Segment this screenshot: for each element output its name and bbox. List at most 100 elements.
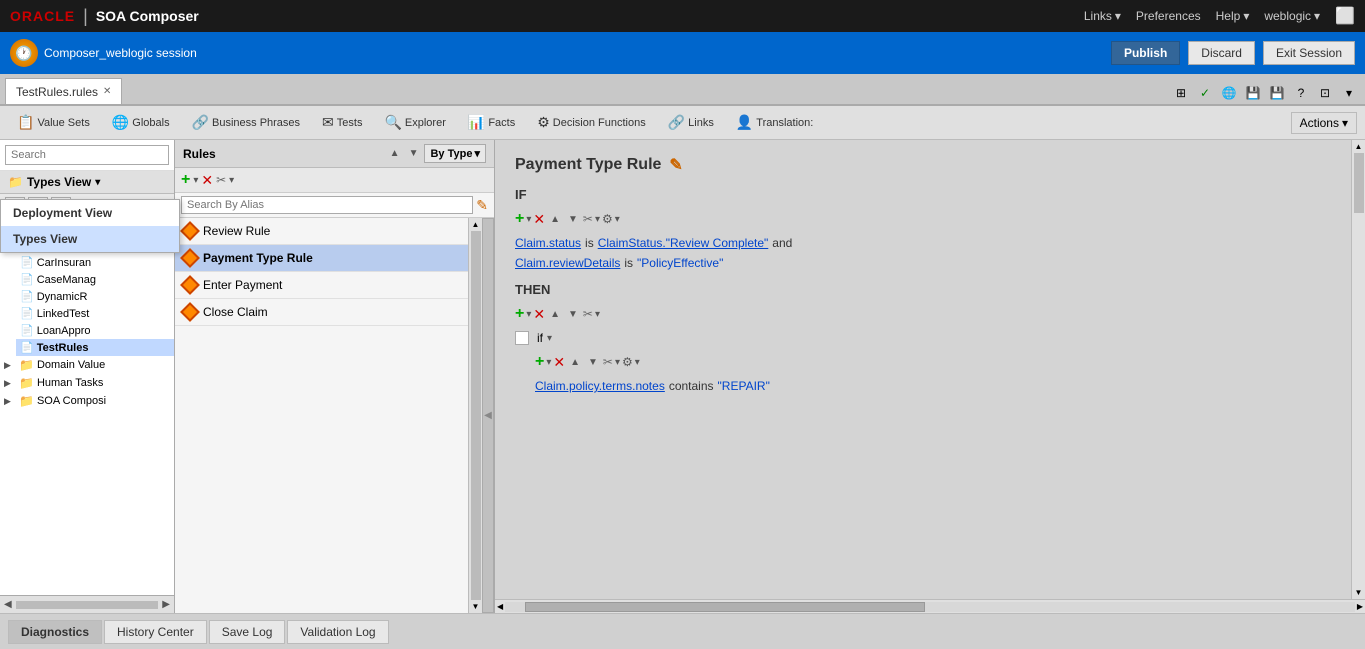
business-phrases-btn[interactable]: 🔗 Business Phrases [183, 110, 309, 135]
actions-button[interactable]: Actions ▾ [1291, 112, 1357, 134]
right-scroll-thumb[interactable] [1354, 153, 1364, 213]
sort-up-arrow[interactable]: ▲ [387, 147, 403, 160]
right-scroll-up[interactable]: ▲ [1355, 142, 1363, 151]
panel-resize-handle[interactable]: ◀ [482, 218, 494, 613]
tab-validation-log[interactable]: Validation Log [287, 620, 388, 644]
if-scissors-btn[interactable]: ✂ [583, 212, 593, 226]
links-menu[interactable]: Links ▾ [1084, 9, 1121, 23]
tab-save-log[interactable]: Save Log [209, 620, 286, 644]
check-icon[interactable]: ✓ [1194, 82, 1216, 104]
cond2-field[interactable]: Claim.reviewDetails [515, 256, 620, 270]
more-icon[interactable]: ▾ [1338, 82, 1360, 104]
sort-down-arrow[interactable]: ▼ [406, 147, 422, 160]
tests-btn[interactable]: ✉ Tests [313, 110, 371, 135]
tree-linkedtest[interactable]: 📄 LinkedTest [16, 305, 174, 322]
cond2-value[interactable]: "PolicyEffective" [637, 256, 723, 270]
then-delete-btn[interactable]: ✕ [533, 306, 545, 323]
help-menu[interactable]: Help ▾ [1216, 9, 1250, 23]
links-btn[interactable]: 🔗 Links [659, 110, 723, 135]
publish-button[interactable]: Publish [1111, 41, 1180, 65]
inner-gear-btn[interactable]: ⚙ [622, 355, 633, 369]
globe-icon[interactable]: 🌐 [1218, 82, 1240, 104]
add-rule-dropdown[interactable]: ▾ [193, 175, 198, 186]
help-icon[interactable]: ? [1290, 82, 1312, 104]
tree-loanappro[interactable]: 📄 LoanAppro [16, 322, 174, 339]
then-value[interactable]: "REPAIR" [718, 379, 770, 393]
tree-carinsurance[interactable]: 📄 CarInsuran [16, 254, 174, 271]
then-scissors-dropdown[interactable]: ▾ [595, 309, 600, 320]
delete-rule-btn[interactable]: ✕ [201, 172, 213, 189]
value-sets-btn[interactable]: 📋 Value Sets [8, 110, 99, 135]
then-add-btn[interactable]: + [515, 305, 524, 323]
inner-delete-btn[interactable]: ✕ [553, 354, 565, 371]
grid-icon[interactable]: ⊞ [1170, 82, 1192, 104]
dropdown-deployment-view[interactable]: Deployment View [1, 200, 179, 226]
rule-review-rule[interactable]: Review Rule [175, 218, 468, 245]
save2-icon[interactable]: 💾 [1266, 82, 1288, 104]
inner-up-btn[interactable]: ▲ [567, 356, 583, 369]
by-type-button[interactable]: By Type ▾ [424, 144, 486, 163]
right-scroll-down[interactable]: ▼ [1355, 588, 1363, 597]
inner-scissors-dropdown[interactable]: ▾ [615, 357, 620, 368]
sidebar-scroll-left[interactable]: ◀ [4, 599, 12, 610]
explorer-btn[interactable]: 🔍 Explorer [375, 110, 454, 135]
user-menu[interactable]: weblogic ▾ [1264, 9, 1320, 23]
then-field[interactable]: Claim.policy.terms.notes [535, 379, 665, 393]
tab-close-icon[interactable]: ✕ [103, 86, 111, 97]
scissors-btn[interactable]: ✂ [216, 173, 226, 187]
tree-dynamicr[interactable]: 📄 DynamicR [16, 288, 174, 305]
sidebar-scroll-right[interactable]: ▶ [162, 599, 170, 610]
decision-functions-btn[interactable]: ⚙ Decision Functions [528, 110, 655, 135]
dropdown-types-view[interactable]: Types View [1, 226, 179, 252]
exit-session-button[interactable]: Exit Session [1263, 41, 1355, 65]
tree-human-tasks[interactable]: ▶ 📁 Human Tasks [0, 374, 174, 392]
if-delete-btn[interactable]: ✕ [533, 211, 545, 228]
globals-btn[interactable]: 🌐 Globals [103, 110, 179, 135]
center-scroll-down[interactable]: ▼ [472, 602, 480, 611]
then-add-dropdown[interactable]: ▾ [526, 309, 531, 320]
facts-btn[interactable]: 📊 Facts [459, 110, 524, 135]
tree-domain-value[interactable]: ▶ 📁 Domain Value [0, 356, 174, 374]
then-up-btn[interactable]: ▲ [547, 308, 563, 321]
if-add-btn[interactable]: + [515, 210, 524, 228]
then-if-dropdown[interactable]: ▾ [547, 333, 552, 344]
h-scroll-thumb[interactable] [525, 602, 925, 612]
rule-edit-icon[interactable]: ✎ [669, 155, 682, 175]
types-view-header[interactable]: 📁 Types View ▾ Deployment View Types Vie… [0, 171, 174, 194]
inner-scissors-btn[interactable]: ✂ [603, 355, 613, 369]
then-down-btn[interactable]: ▼ [565, 308, 581, 321]
scissors-dropdown[interactable]: ▾ [229, 175, 234, 186]
tab-history-center[interactable]: History Center [104, 620, 207, 644]
tab-diagnostics[interactable]: Diagnostics [8, 620, 102, 644]
if-down-btn[interactable]: ▼ [565, 213, 581, 226]
rule-payment-type-rule[interactable]: Payment Type Rule [175, 245, 468, 272]
preferences-menu[interactable]: Preferences [1136, 9, 1201, 23]
if-scissors-dropdown[interactable]: ▾ [595, 214, 600, 225]
cond1-field[interactable]: Claim.status [515, 236, 581, 250]
inner-add-dropdown[interactable]: ▾ [546, 357, 551, 368]
if-gear-btn[interactable]: ⚙ [602, 212, 613, 226]
tree-testrules[interactable]: 📄 TestRules [16, 339, 174, 356]
discard-button[interactable]: Discard [1188, 41, 1255, 65]
translation-btn[interactable]: 👤 Translation: [727, 110, 823, 135]
center-scroll-thumb[interactable] [471, 231, 481, 600]
if-add-dropdown[interactable]: ▾ [526, 214, 531, 225]
h-scroll-left[interactable]: ◀ [495, 602, 505, 611]
inner-down-btn[interactable]: ▼ [585, 356, 601, 369]
if-gear-dropdown[interactable]: ▾ [615, 214, 620, 225]
tab-testrules[interactable]: TestRules.rules ✕ [5, 78, 122, 104]
tree-casemanag[interactable]: 📄 CaseManag [16, 271, 174, 288]
tree-soa-composi[interactable]: ▶ 📁 SOA Composi [0, 392, 174, 410]
center-scroll-up[interactable]: ▲ [472, 220, 480, 229]
search-input[interactable] [5, 145, 169, 165]
cond1-value[interactable]: ClaimStatus."Review Complete" [598, 236, 769, 250]
types-view-dropdown-arrow[interactable]: ▾ [95, 177, 100, 188]
if-up-btn[interactable]: ▲ [547, 213, 563, 226]
rules-search-input[interactable] [181, 196, 473, 214]
add-rule-btn[interactable]: + [181, 171, 190, 189]
rule-close-claim[interactable]: Close Claim [175, 299, 468, 326]
expand-icon[interactable]: ⊡ [1314, 82, 1336, 104]
rule-enter-payment[interactable]: Enter Payment [175, 272, 468, 299]
save-icon[interactable]: 💾 [1242, 82, 1264, 104]
search-edit-icon[interactable]: ✎ [476, 197, 488, 214]
